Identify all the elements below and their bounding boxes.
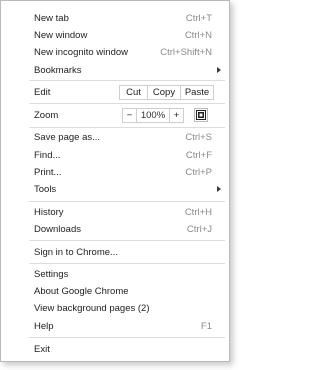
history-label: History: [34, 206, 64, 218]
chrome-menu: New tab Ctrl+T New window Ctrl+N New inc…: [0, 0, 230, 362]
about-label: About Google Chrome: [34, 285, 129, 297]
print-shortcut: Ctrl+P: [185, 166, 212, 178]
background-pages-label: View background pages (2): [34, 302, 150, 314]
menu-item-new-incognito-window[interactable]: New incognito window Ctrl+Shift+N: [1, 43, 229, 61]
settings-label: Settings: [34, 268, 69, 280]
sign-in-label: Sign in to Chrome...: [34, 246, 118, 258]
zoom-level: 100%: [136, 108, 170, 123]
history-shortcut: Ctrl+H: [184, 206, 212, 218]
menu-item-tools[interactable]: Tools: [1, 180, 229, 198]
menu-item-new-tab[interactable]: New tab Ctrl+T: [1, 9, 229, 27]
menu-item-sign-in[interactable]: Sign in to Chrome...: [1, 243, 229, 261]
exit-label: Exit: [34, 343, 50, 355]
separator: [29, 201, 225, 202]
help-label: Help: [34, 320, 54, 332]
separator: [29, 263, 225, 264]
menu-item-downloads[interactable]: Downloads Ctrl+J: [1, 220, 229, 238]
menu-item-settings[interactable]: Settings: [1, 265, 229, 283]
menu-item-find[interactable]: Find... Ctrl+F: [1, 146, 229, 164]
separator: [29, 80, 225, 81]
separator: [29, 337, 225, 338]
menu-item-exit[interactable]: Exit: [1, 340, 229, 358]
submenu-arrow-icon: [217, 67, 221, 73]
menu-item-bookmarks[interactable]: Bookmarks: [1, 61, 229, 79]
find-shortcut: Ctrl+F: [185, 149, 212, 161]
paste-button[interactable]: Paste: [180, 85, 214, 100]
new-incognito-shortcut: Ctrl+Shift+N: [160, 46, 212, 58]
zoom-label: Zoom: [34, 109, 59, 121]
tools-label: Tools: [34, 183, 57, 195]
submenu-arrow-icon: [217, 186, 221, 192]
menu-item-history[interactable]: History Ctrl+H: [1, 203, 229, 221]
help-shortcut: F1: [200, 320, 212, 332]
new-tab-shortcut: Ctrl+T: [185, 12, 212, 24]
new-tab-label: New tab: [34, 12, 69, 24]
separator: [29, 240, 225, 241]
downloads-label: Downloads: [34, 223, 81, 235]
new-window-shortcut: Ctrl+N: [184, 29, 212, 41]
menu-item-background-pages[interactable]: View background pages (2): [1, 299, 229, 317]
cut-button[interactable]: Cut: [119, 85, 148, 100]
find-label: Find...: [34, 149, 61, 161]
fullscreen-icon[interactable]: [194, 108, 208, 122]
new-incognito-label: New incognito window: [34, 46, 128, 58]
save-page-label: Save page as...: [34, 131, 101, 143]
save-page-shortcut: Ctrl+S: [185, 131, 212, 143]
downloads-shortcut: Ctrl+J: [186, 223, 212, 235]
copy-button[interactable]: Copy: [147, 85, 181, 100]
print-label: Print...: [34, 166, 62, 178]
menu-item-print[interactable]: Print... Ctrl+P: [1, 163, 229, 181]
menu-item-save-page[interactable]: Save page as... Ctrl+S: [1, 128, 229, 146]
menu-item-new-window[interactable]: New window Ctrl+N: [1, 26, 229, 44]
bookmarks-label: Bookmarks: [34, 64, 82, 76]
menu-item-help[interactable]: Help F1: [1, 317, 229, 335]
edit-label: Edit: [34, 86, 51, 98]
new-window-label: New window: [34, 29, 88, 41]
menu-item-about[interactable]: About Google Chrome: [1, 282, 229, 300]
separator: [29, 103, 225, 104]
zoom-out-button[interactable]: −: [122, 108, 137, 123]
zoom-in-button[interactable]: +: [169, 108, 184, 123]
